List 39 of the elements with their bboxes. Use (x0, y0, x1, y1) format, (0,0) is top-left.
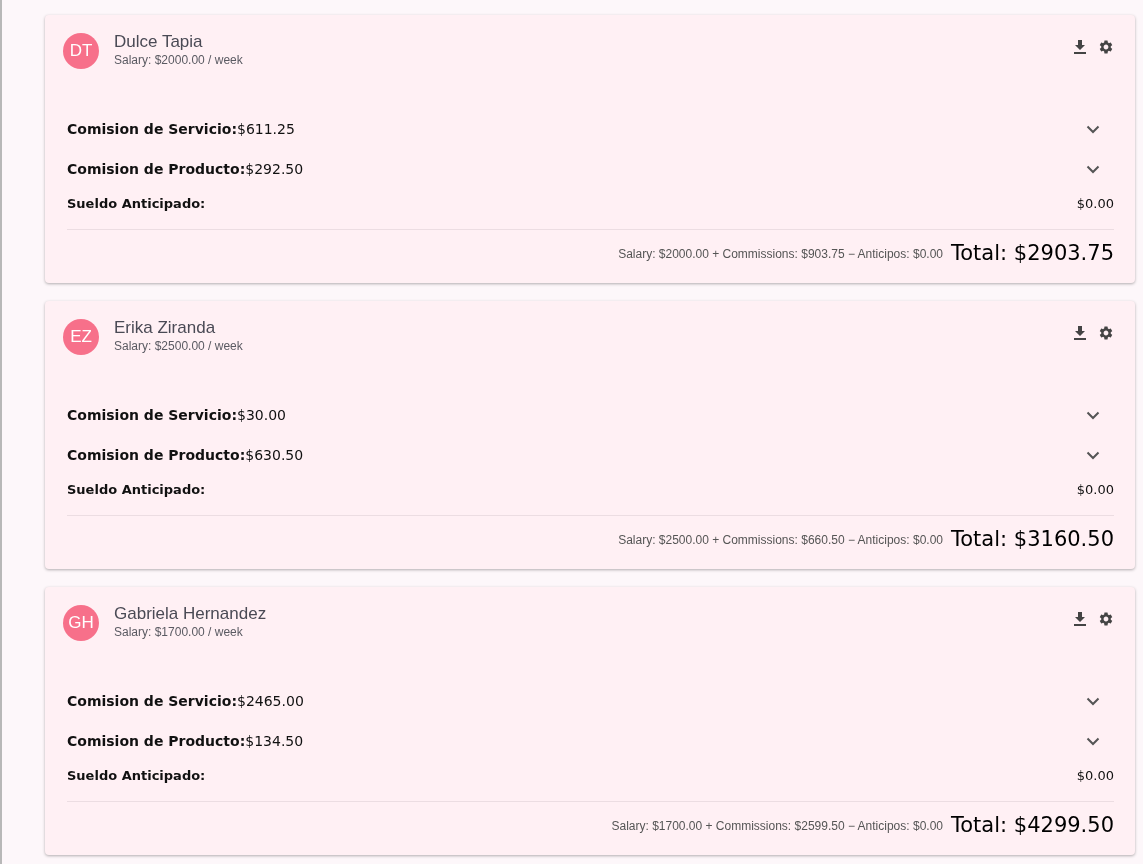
salary-subtitle: Salary: $1700.00 / week (114, 625, 244, 639)
employee-name: Dulce Tapia (114, 31, 204, 53)
advance-value: $0.00 (1076, 767, 1114, 786)
total-amount: Total: $4299.50 (951, 812, 1114, 839)
total-breakdown: Salary: $2500.00 + Commissions: $660.50 − Anticipos: $0.00 (618, 531, 943, 549)
chevron-down-icon[interactable] (1086, 696, 1100, 706)
advance-value: $0.00 (1076, 195, 1114, 214)
settings-icon[interactable] (1098, 325, 1114, 341)
commission-line: Comision de Servicio:$30.00 (67, 405, 286, 425)
total-breakdown: Salary: $2000.00 + Commissions: $903.75 − Anticipos: $0.00 (618, 245, 943, 263)
settings-icon[interactable] (1098, 611, 1114, 627)
avatar: DT (63, 33, 99, 69)
advance-label: Sueldo Anticipado: (67, 481, 206, 500)
download-icon[interactable] (1074, 326, 1086, 340)
advance-value: $0.00 (1076, 481, 1114, 500)
total-breakdown: Salary: $1700.00 + Commissions: $2599.50 − Anticipos: $0.00 (611, 817, 943, 835)
commission-line: Comision de Servicio:$611.25 (67, 119, 295, 139)
chevron-down-icon[interactable] (1086, 164, 1100, 174)
download-icon[interactable] (1074, 612, 1086, 626)
total-amount: Total: $3160.50 (951, 526, 1114, 553)
employee-name: Gabriela Hernandez (114, 603, 267, 625)
chevron-down-icon[interactable] (1086, 410, 1100, 420)
chevron-down-icon[interactable] (1086, 124, 1100, 134)
commission-line: Comision de Producto:$630.50 (67, 445, 304, 465)
total-amount: Total: $2903.75 (951, 240, 1114, 267)
commission-line: Comision de Servicio:$2465.00 (67, 691, 304, 711)
settings-icon[interactable] (1098, 39, 1114, 55)
advance-label: Sueldo Anticipado: (67, 195, 206, 214)
avatar: GH (63, 605, 99, 641)
commission-line: Comision de Producto:$292.50 (67, 159, 304, 179)
commission-line: Comision de Producto:$134.50 (67, 731, 304, 751)
chevron-down-icon[interactable] (1086, 450, 1100, 460)
salary-subtitle: Salary: $2500.00 / week (114, 339, 243, 353)
download-icon[interactable] (1074, 40, 1086, 54)
chevron-down-icon[interactable] (1086, 736, 1100, 746)
advance-label: Sueldo Anticipado: (67, 767, 206, 786)
salary-subtitle: Salary: $2000.00 / week (114, 53, 243, 67)
avatar: EZ (63, 319, 99, 355)
employee-name: Erika Ziranda (114, 317, 217, 339)
